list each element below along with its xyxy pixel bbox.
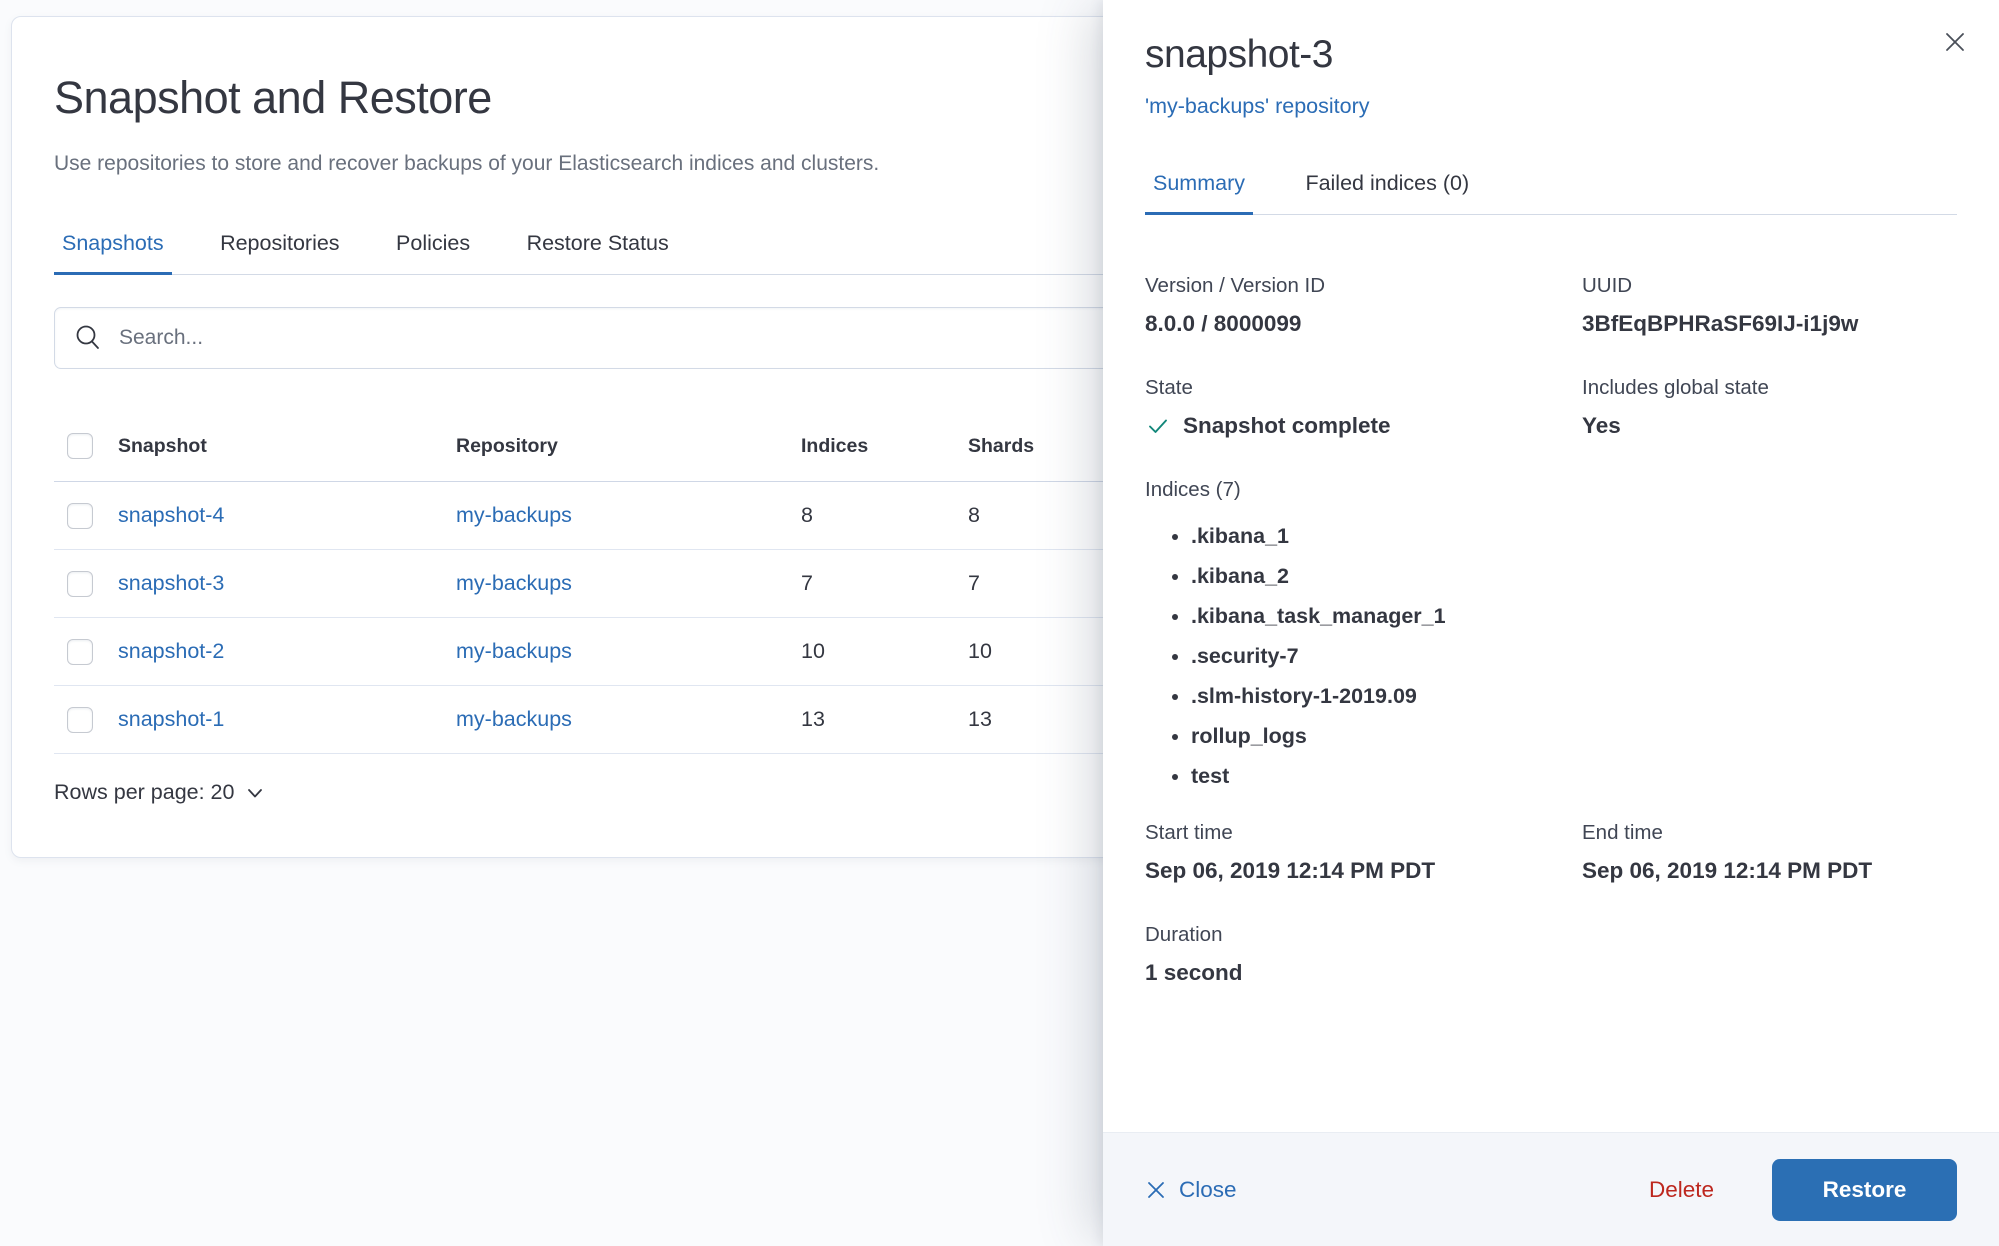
indices-label: Indices (7)	[1145, 478, 1241, 501]
repository-link[interactable]: my-backups	[456, 707, 572, 731]
end-time-label: End time	[1582, 821, 1663, 844]
indices-list: .kibana_1 .kibana_2 .kibana_task_manager…	[1145, 516, 1957, 796]
indices-count: 10	[801, 617, 968, 686]
delete-button[interactable]: Delete	[1649, 1177, 1714, 1203]
snapshot-link[interactable]: snapshot-2	[118, 639, 224, 663]
end-time-value: Sep 06, 2019 12:14 PM PDT	[1582, 858, 1873, 883]
version-value: 8.0.0 / 8000099	[1145, 311, 1302, 336]
indices-count: 7	[801, 549, 968, 618]
row-checkbox[interactable]	[67, 570, 93, 597]
snapshot-link[interactable]: snapshot-3	[118, 571, 224, 595]
indices-count: 13	[801, 685, 968, 754]
row-checkbox[interactable]	[67, 502, 93, 529]
row-checkbox[interactable]	[67, 706, 93, 733]
duration-value: 1 second	[1145, 960, 1243, 985]
footer-close-icon	[1148, 1181, 1164, 1198]
flyout-close-button[interactable]	[1935, 22, 1975, 62]
snapshot-link[interactable]: snapshot-1	[118, 707, 224, 731]
flyout-summary-panel: Version / Version ID 8.0.0 / 8000099 UUI…	[1103, 215, 1999, 1024]
tab-policies[interactable]: Policies	[388, 221, 478, 274]
flyout-title: snapshot-3	[1145, 33, 1333, 76]
column-header-indices: Indices	[801, 413, 968, 482]
uuid-value: 3BfEqBPHRaSF69IJ-i1j9w	[1582, 311, 1859, 336]
repository-link[interactable]: my-backups	[456, 639, 572, 663]
tab-summary[interactable]: Summary	[1145, 161, 1253, 215]
index-item: .kibana_1	[1191, 516, 1957, 556]
flyout-footer: Close Delete Restore	[1103, 1132, 1999, 1246]
chevron-down-icon	[248, 788, 263, 797]
restore-button[interactable]: Restore	[1772, 1158, 1957, 1221]
flyout-tabs: Summary Failed indices (0)	[1145, 161, 1957, 215]
start-time-value: Sep 06, 2019 12:14 PM PDT	[1145, 858, 1436, 883]
tab-failed-indices[interactable]: Failed indices (0)	[1297, 161, 1477, 214]
rows-per-page-button[interactable]: Rows per page: 20	[54, 780, 266, 805]
index-item: test	[1191, 756, 1957, 796]
flyout-repository-link[interactable]: 'my-backups' repository	[1145, 94, 1369, 119]
global-state-label: Includes global state	[1582, 376, 1769, 399]
column-header-snapshot: Snapshot	[118, 413, 456, 482]
duration-label: Duration	[1145, 923, 1223, 946]
index-item: rollup_logs	[1191, 716, 1957, 756]
footer-close-button[interactable]: Close	[1145, 1177, 1237, 1203]
index-item: .security-7	[1191, 636, 1957, 676]
index-item: .kibana_task_manager_1	[1191, 596, 1957, 636]
state-value: Snapshot complete	[1183, 413, 1391, 438]
flyout-header: snapshot-3 'my-backups' repository Summa…	[1103, 0, 1999, 215]
snapshot-link[interactable]: snapshot-4	[118, 503, 224, 527]
search-icon	[76, 325, 99, 349]
tab-snapshots[interactable]: Snapshots	[54, 221, 172, 275]
global-state-value: Yes	[1582, 413, 1621, 438]
repository-link[interactable]: my-backups	[456, 503, 572, 527]
select-all-checkbox[interactable]	[67, 433, 93, 459]
uuid-label: UUID	[1582, 274, 1633, 297]
index-item: .slm-history-1-2019.09	[1191, 676, 1957, 716]
column-header-repository: Repository	[456, 413, 801, 482]
repository-link[interactable]: my-backups	[456, 571, 572, 595]
footer-close-label: Close	[1179, 1176, 1237, 1202]
index-item: .kibana_2	[1191, 556, 1957, 596]
snapshot-details-flyout: snapshot-3 'my-backups' repository Summa…	[1103, 0, 1999, 1246]
close-icon	[1946, 33, 1964, 51]
start-time-label: Start time	[1145, 821, 1233, 844]
indices-count: 8	[801, 481, 968, 550]
tab-restore-status[interactable]: Restore Status	[519, 221, 677, 274]
check-icon	[1149, 419, 1167, 433]
state-label: State	[1145, 376, 1193, 399]
version-label: Version / Version ID	[1145, 274, 1326, 297]
rows-per-page-label: Rows per page: 20	[54, 780, 235, 804]
tab-repositories[interactable]: Repositories	[212, 221, 348, 274]
row-checkbox[interactable]	[67, 638, 93, 665]
